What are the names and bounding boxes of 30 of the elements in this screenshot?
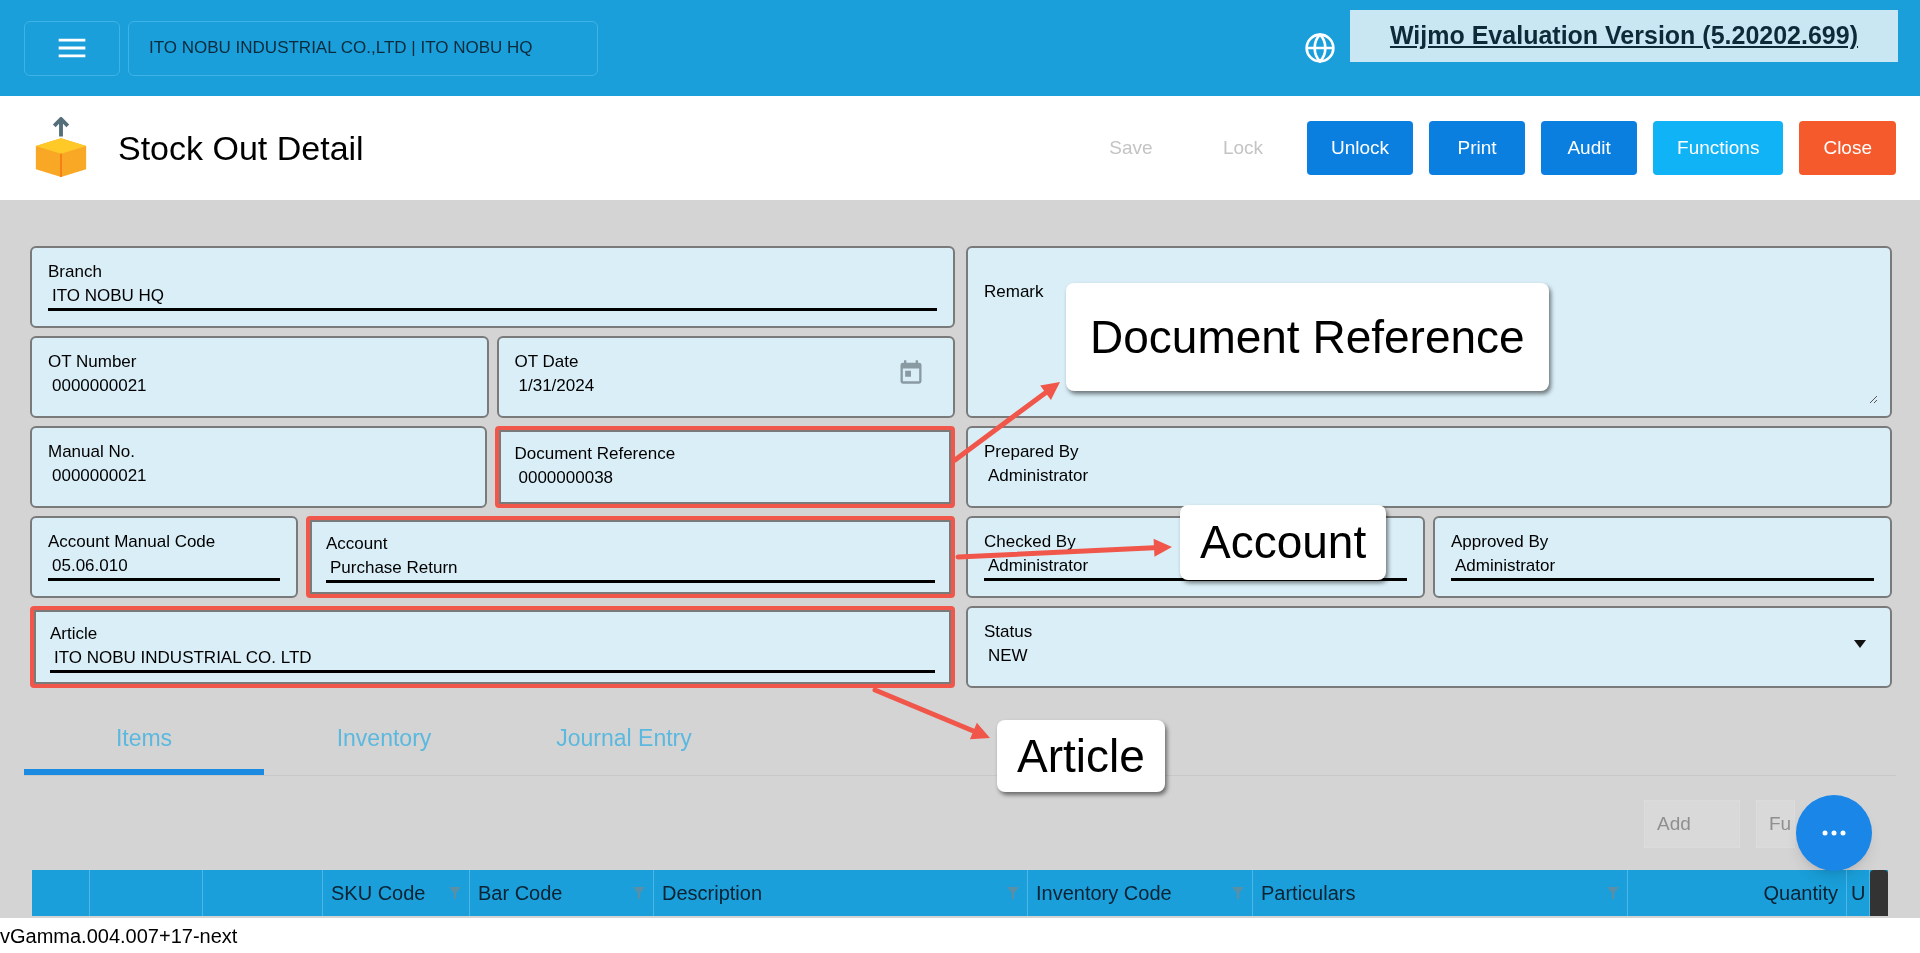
field-value: NEW xyxy=(987,645,1028,667)
page-title: Stock Out Detail xyxy=(118,127,364,169)
field-label: Approved By xyxy=(1451,531,1549,553)
field-label: Manual No. xyxy=(48,441,135,463)
field-label: Branch xyxy=(48,261,102,283)
field-label: Account Manual Code xyxy=(48,531,216,553)
field-label: Article xyxy=(50,623,98,645)
field-value: 0000000038 xyxy=(517,467,614,489)
field-value: 1/31/2024 xyxy=(517,375,595,397)
field-label: Document Reference xyxy=(514,443,676,465)
field-value: Administrator xyxy=(987,555,1089,577)
field-value: Administrator xyxy=(1454,555,1556,577)
field-label: Remark xyxy=(984,281,1044,303)
field-value: ITO NOBU INDUSTRIAL CO. LTD xyxy=(53,647,312,669)
field-value: 05.06.010 xyxy=(51,555,128,577)
field-value: 0000000021 xyxy=(51,465,147,487)
annotation-tooltip: Document Reference xyxy=(1066,283,1549,391)
field-label: Status xyxy=(984,621,1033,643)
field-label: OT Date xyxy=(514,351,579,373)
field-label: Checked By xyxy=(984,531,1076,553)
field-value: Purchase Return xyxy=(329,557,458,579)
field-label: Account xyxy=(326,533,388,555)
field-label: Prepared By xyxy=(984,441,1079,463)
annotation-tooltip: Article xyxy=(997,720,1165,792)
field-value: 0000000021 xyxy=(51,375,147,397)
annotation-tooltip: Account xyxy=(1180,505,1387,580)
version-label: vGamma.004.007+17-next xyxy=(0,918,1920,953)
field-value: ITO NOBU HQ xyxy=(51,285,165,307)
field-label: OT Number xyxy=(48,351,137,373)
field-value: Administrator xyxy=(987,465,1089,487)
